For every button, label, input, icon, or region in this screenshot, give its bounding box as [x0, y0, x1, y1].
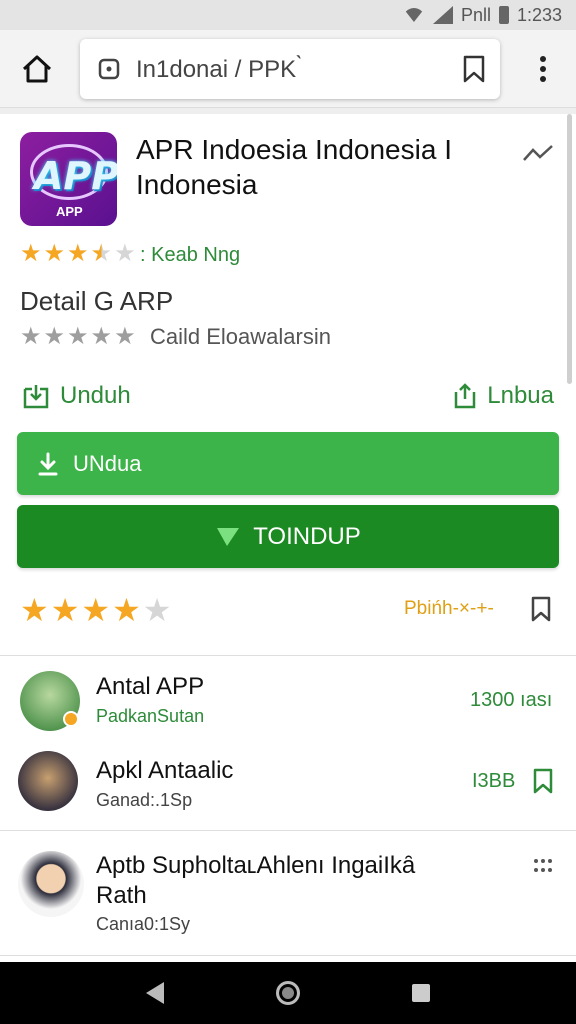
- wifi-icon: [402, 8, 425, 22]
- star-icon: ★: [20, 240, 42, 267]
- scrollbar[interactable]: [567, 114, 572, 384]
- trending-icon[interactable]: [522, 142, 554, 166]
- carrier-label: Pnll: [460, 4, 491, 25]
- share-icon: [455, 383, 476, 409]
- star-icon: ★: [43, 323, 66, 350]
- star-icon: ★: [43, 240, 66, 267]
- app-detail-page[interactable]: APP APP APR Indoesia Indonesia I Indones…: [0, 114, 576, 962]
- star-icon: ★: [90, 323, 113, 350]
- rating-stars-large[interactable]: ★ ★ ★ ★ ★: [20, 594, 171, 626]
- app-title: APR Indoesia Indonesia I Indonesia: [136, 134, 452, 200]
- star-icon: ★: [142, 592, 172, 628]
- download-link-label: Unduh: [60, 382, 131, 409]
- detail-title: Detail G ARP: [20, 286, 174, 316]
- status-bar: Pnll 1:233: [0, 0, 576, 30]
- share-link[interactable]: Lnbua: [453, 382, 554, 410]
- star-icon: ★: [67, 323, 89, 350]
- status-time: 1:233: [516, 4, 562, 25]
- avatar[interactable]: [18, 851, 84, 917]
- install-button-label: TOINDUP: [253, 522, 361, 550]
- list-item-title[interactable]: Aptb SupholtaʟAhlenı IngaiIkȃ Rath: [96, 851, 456, 911]
- download-button[interactable]: UNdua: [17, 432, 559, 495]
- bookmark-icon[interactable]: [530, 596, 552, 622]
- list-item-title[interactable]: Antal APP: [96, 673, 204, 701]
- list-item-meta: 1300 ıası: [470, 689, 553, 711]
- home-icon[interactable]: [20, 52, 54, 86]
- list-item-title[interactable]: Apkl Antaalic: [96, 757, 233, 785]
- star-icon: ★: [114, 240, 136, 267]
- dots-grid-icon[interactable]: [532, 856, 554, 876]
- avatar[interactable]: [18, 751, 78, 811]
- url-text: Ιn1donai / PPK ̀: [136, 56, 303, 83]
- url-bar[interactable]: Ιn1donai / PPK ̀: [80, 39, 500, 99]
- star-icon: ★: [81, 592, 111, 628]
- download-icon: [38, 452, 58, 475]
- star-icon: ★: [112, 592, 141, 628]
- rating-stars-top: ★ ★ ★ ★ ★: [20, 242, 136, 266]
- logo-text: APP: [34, 154, 117, 198]
- list-item-subtitle: Canıa0:1Sy: [96, 914, 191, 934]
- star-icon: ★: [114, 323, 136, 350]
- install-button[interactable]: TOINDUP: [17, 505, 559, 568]
- browser-toolbar: Ιn1donai / PPK ̀: [0, 30, 576, 108]
- list-item-subtitle: Ganad:.1Sp: [96, 790, 193, 810]
- recents-icon[interactable]: [412, 984, 430, 1002]
- rating-stars-grey: ★ ★ ★ ★ ★: [20, 325, 136, 349]
- download-link[interactable]: Unduh: [22, 382, 131, 410]
- lock-icon: [98, 58, 120, 80]
- download-button-label: UNdua: [73, 450, 142, 476]
- detail-subtitle: Caild Eloawalarsin: [150, 324, 331, 349]
- verified-badge: [63, 711, 79, 727]
- share-link-label: Lnbua: [487, 382, 554, 409]
- rating-label: : Keab Nng: [140, 244, 241, 266]
- battery-icon: [498, 6, 509, 24]
- system-nav-bar: [0, 962, 576, 1024]
- divider: [0, 830, 576, 831]
- rating-right-text: Pbińh-×-+-: [404, 598, 494, 619]
- star-icon: ★: [90, 240, 113, 267]
- star-icon: ★: [67, 240, 89, 267]
- back-icon[interactable]: [146, 982, 164, 1004]
- signal-icon: [432, 6, 453, 24]
- divider: [0, 655, 576, 656]
- home-nav-icon[interactable]: [276, 981, 300, 1005]
- bookmark-icon[interactable]: [462, 55, 486, 83]
- list-item-subtitle: PadkanSutan: [96, 706, 205, 726]
- divider: [0, 955, 576, 956]
- download-icon: [23, 385, 49, 409]
- more-vert-icon[interactable]: [528, 52, 558, 86]
- list-item-meta: I3BB: [472, 770, 516, 792]
- app-logo: APP APP: [20, 132, 117, 226]
- star-icon: ★: [20, 323, 42, 350]
- play-icon: [217, 527, 240, 546]
- star-icon: ★: [50, 592, 80, 628]
- bookmark-icon[interactable]: [532, 768, 554, 794]
- star-icon: ★: [20, 592, 49, 628]
- logo-subtext: APP: [56, 204, 83, 219]
